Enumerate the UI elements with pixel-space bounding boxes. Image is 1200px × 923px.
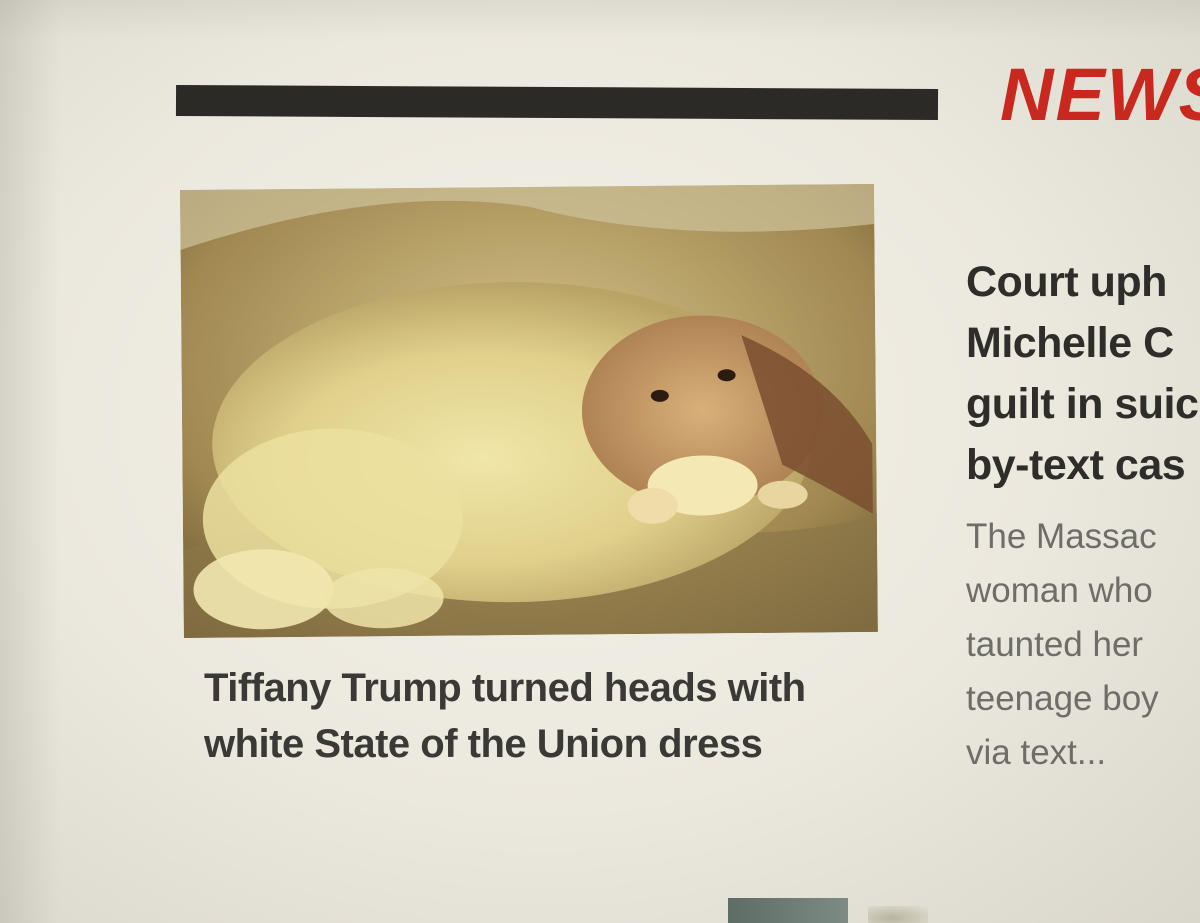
- summary-line: via text...: [966, 733, 1107, 772]
- dog-photo: [180, 183, 878, 638]
- side-story-card[interactable]: Court uph Michelle C guilt in suic by-te…: [966, 252, 1200, 780]
- side-headline-line[interactable]: Court uph: [966, 252, 1200, 313]
- side-headline-line[interactable]: guilt in suic: [966, 374, 1200, 435]
- section-divider: [175, 85, 939, 120]
- site-brand[interactable]: NEWS: [1000, 58, 1200, 132]
- news-page: NEWS: [0, 0, 1200, 923]
- side-story-summary: The Massac woman who taunted her teenage…: [966, 510, 1200, 780]
- next-story-thumbnail[interactable]: [868, 906, 928, 923]
- summary-line: taunted her: [966, 625, 1144, 664]
- summary-line: teenage boy: [966, 679, 1159, 718]
- side-story-headline[interactable]: Court uph Michelle C guilt in suic by-te…: [966, 252, 1200, 496]
- side-headline-line[interactable]: by-text cas: [966, 435, 1200, 496]
- featured-headline[interactable]: Tiffany Trump turned heads with white St…: [204, 660, 824, 772]
- summary-line: woman who: [966, 571, 1153, 610]
- summary-line: The Massac: [966, 517, 1157, 556]
- side-headline-line[interactable]: Michelle C: [966, 313, 1200, 374]
- featured-story-image[interactable]: [180, 183, 878, 638]
- next-story-thumbnail[interactable]: [728, 898, 848, 923]
